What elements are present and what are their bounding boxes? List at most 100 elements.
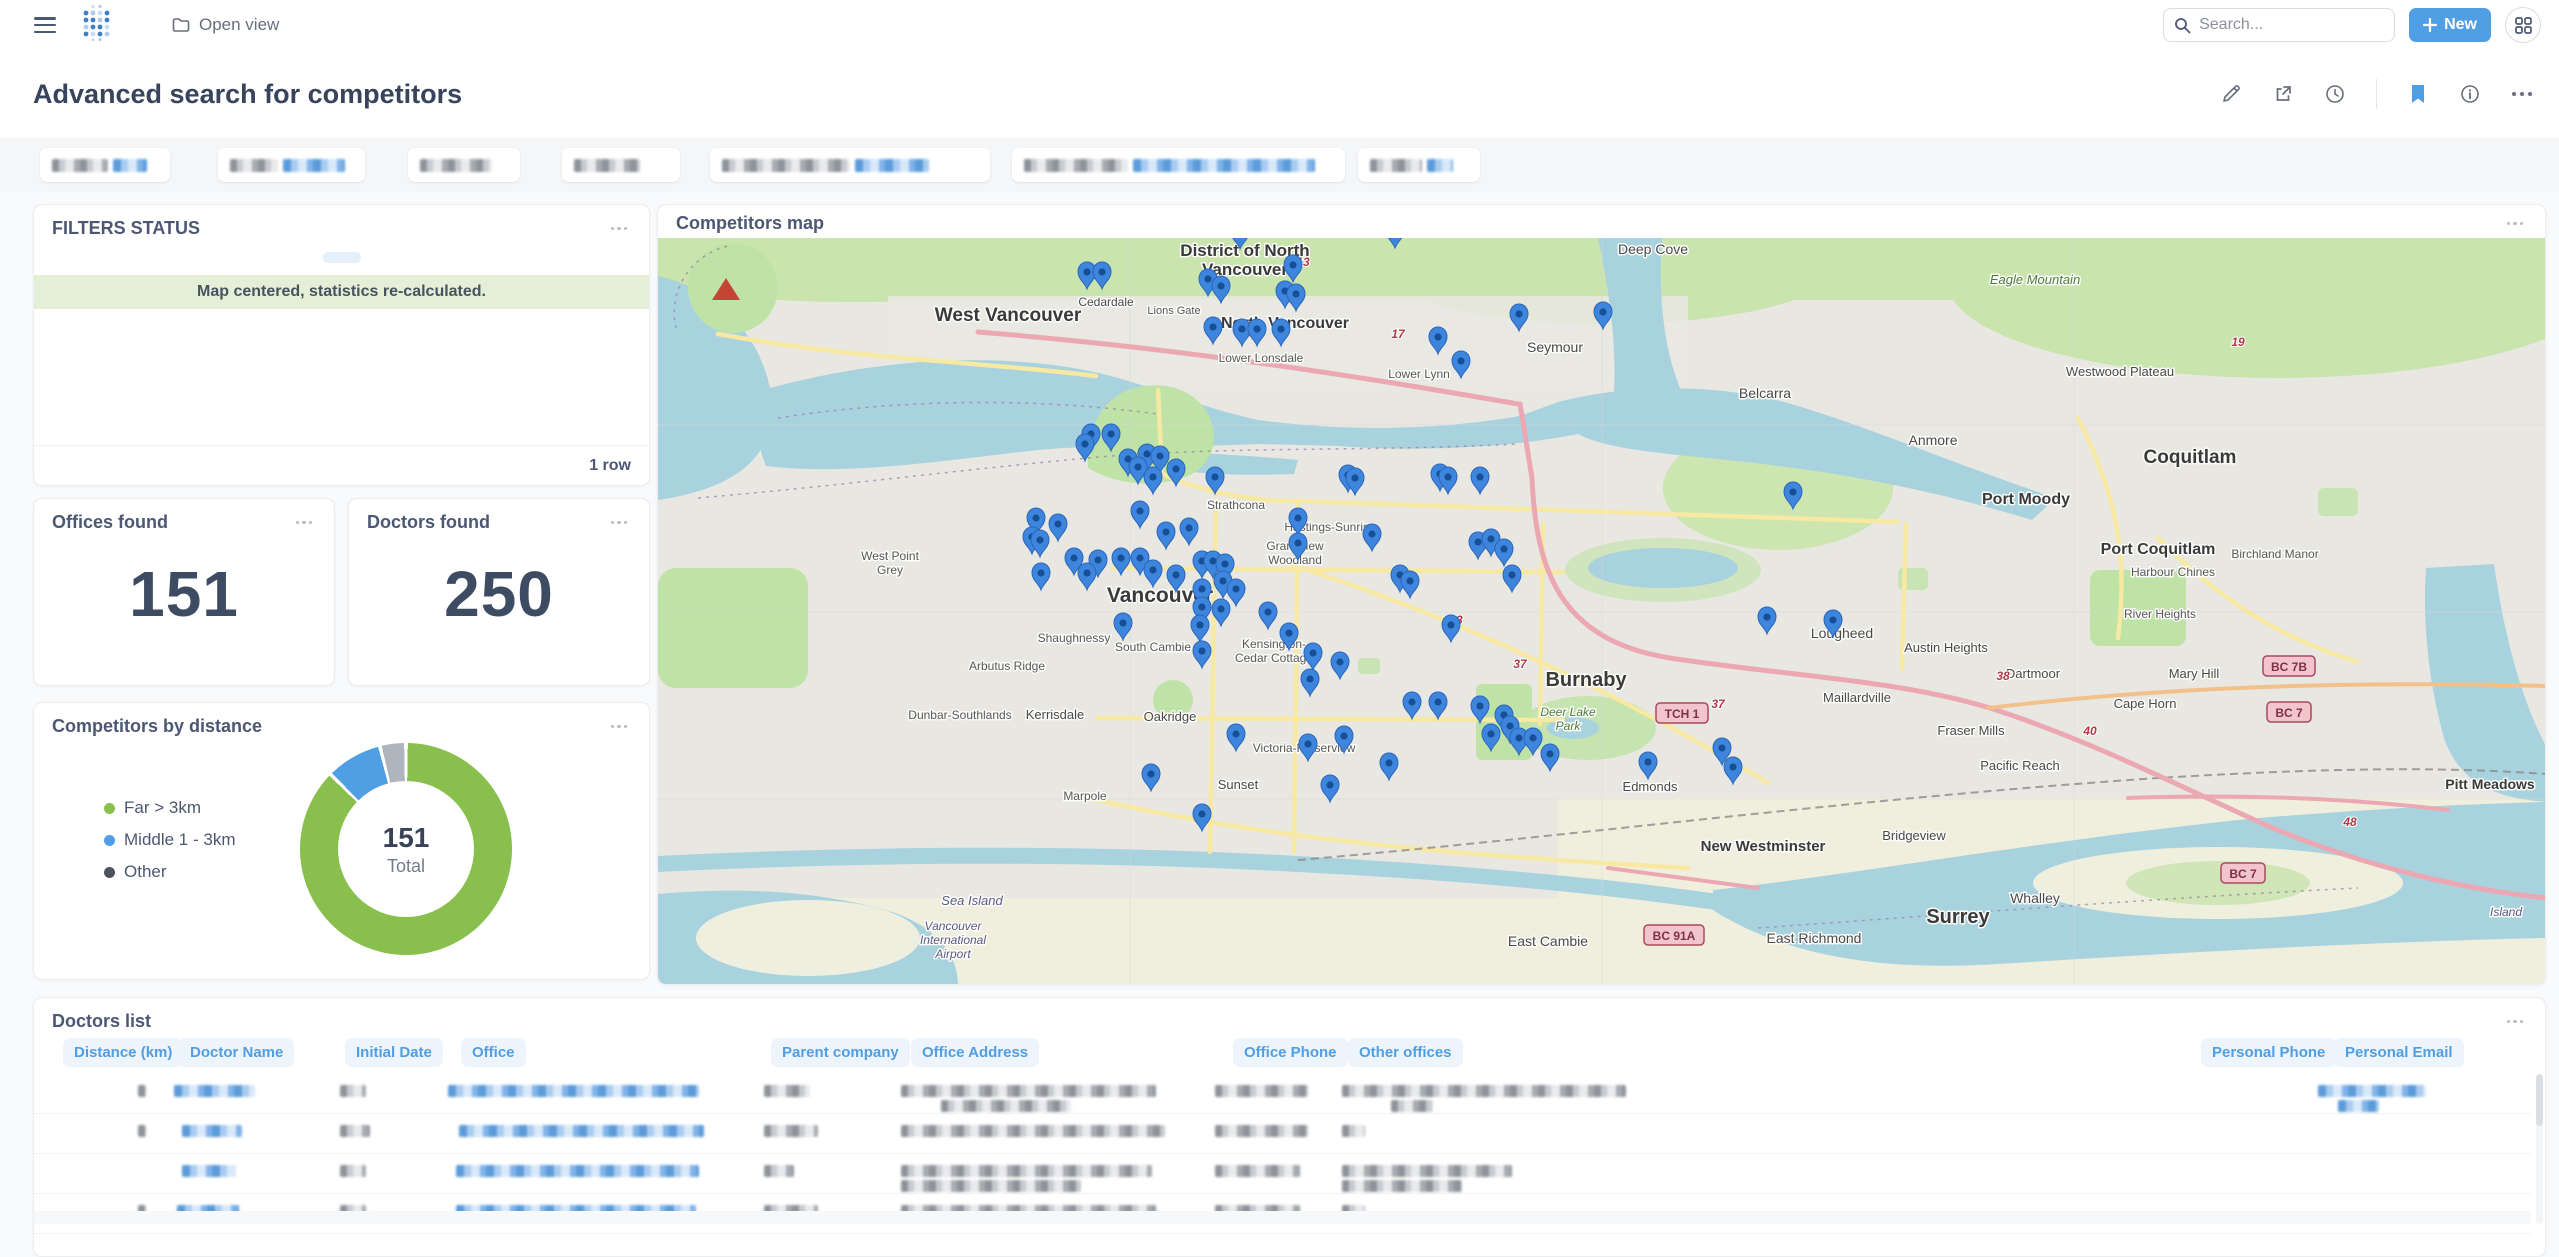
highway-shield: TCH 1 xyxy=(1656,703,1708,723)
redacted-cell xyxy=(764,1085,810,1097)
svg-text:BC 91A: BC 91A xyxy=(1653,929,1696,943)
redacted-cell xyxy=(1342,1085,1626,1097)
table-vertical-scrollbar[interactable] xyxy=(2536,1074,2543,1224)
clock-icon[interactable] xyxy=(2324,83,2346,105)
donut-total-label: Total xyxy=(387,856,425,877)
table-row[interactable] xyxy=(34,1074,2531,1114)
donut-chart[interactable]: 151 Total xyxy=(300,743,512,955)
redacted-cell xyxy=(182,1165,236,1177)
redacted-cell xyxy=(459,1125,704,1137)
column-header-office-phone[interactable]: Office Phone xyxy=(1233,1038,1348,1067)
map-place-label: Pitt Meadows xyxy=(2445,776,2535,792)
apps-grid-icon xyxy=(2515,17,2532,34)
map-place-label: East Richmond xyxy=(1767,930,1862,946)
map-place-label: Dartmoor xyxy=(2006,666,2061,681)
donut-center: 151 Total xyxy=(338,781,474,917)
card-menu-icon[interactable] xyxy=(607,721,632,733)
card-title: Doctors list xyxy=(52,1011,151,1032)
redacted-column-chip xyxy=(323,252,361,263)
legend-label: Far > 3km xyxy=(124,798,201,818)
filter-pill-7[interactable] xyxy=(1358,148,1480,182)
map-place-label: Eagle Mountain xyxy=(1990,272,2080,287)
legend-dot-icon xyxy=(104,835,115,846)
redacted-cell xyxy=(138,1125,146,1137)
column-header-personal-email[interactable]: Personal Email xyxy=(2334,1038,2464,1067)
map-place-label: Arbutus Ridge xyxy=(969,659,1045,673)
map-place-label: Mary Hill xyxy=(2169,666,2220,681)
legend-item[interactable]: Other xyxy=(104,862,235,882)
breadcrumb[interactable]: Open view xyxy=(172,15,279,35)
card-menu-icon[interactable] xyxy=(2503,1016,2528,1028)
map-place-label: Kensington-Cedar Cottage xyxy=(1235,637,1313,665)
card-menu-icon[interactable] xyxy=(2503,218,2528,230)
redacted-cell xyxy=(1215,1165,1300,1177)
map-place-label: Fraser Mills xyxy=(1937,723,2005,738)
filter-pill-5[interactable] xyxy=(710,148,990,182)
route-number-label: 37 xyxy=(1711,697,1726,711)
redacted-cell xyxy=(2318,1085,2426,1097)
card-doctors-found: Doctors found 250 xyxy=(348,498,650,686)
info-icon[interactable] xyxy=(2459,83,2481,105)
apps-button[interactable] xyxy=(2505,7,2541,43)
redacted-cell xyxy=(901,1165,1152,1177)
column-header-office-address[interactable]: Office Address xyxy=(911,1038,1039,1067)
column-header-doctor-name[interactable]: Doctor Name xyxy=(179,1038,294,1067)
legend-item[interactable]: Far > 3km xyxy=(104,798,235,818)
map-tiles: West VancouverDistrict of NorthVancouver… xyxy=(658,238,2546,985)
map-place-label: River Heights xyxy=(2124,607,2196,621)
map-place-label: Westwood Plateau xyxy=(2066,364,2174,379)
map-place-label: Cape Horn xyxy=(2114,696,2177,711)
redacted-text xyxy=(1024,159,1128,172)
share-icon[interactable] xyxy=(2272,83,2294,105)
map-place-label: Anmore xyxy=(1908,432,1957,448)
more-options-icon[interactable] xyxy=(2511,83,2533,105)
filter-pill-6[interactable] xyxy=(1012,148,1345,182)
column-header-parent-company[interactable]: Parent company xyxy=(771,1038,910,1067)
column-header-other-offices[interactable]: Other offices xyxy=(1348,1038,1463,1067)
column-header-personal-phone[interactable]: Personal Phone xyxy=(2201,1038,2336,1067)
app-logo[interactable] xyxy=(80,5,116,46)
card-competitors-by-distance: Competitors by distance Far > 3km Middle … xyxy=(33,702,650,980)
chart-legend: Far > 3km Middle 1 - 3km Other xyxy=(104,798,235,882)
card-menu-icon[interactable] xyxy=(607,223,632,235)
map-place-label: Maillardville xyxy=(1823,690,1891,705)
status-banner: Map centered, statistics re-calculated. xyxy=(34,275,649,309)
card-title: Competitors by distance xyxy=(52,716,262,737)
filter-pill-4[interactable] xyxy=(562,148,680,182)
search-input[interactable] xyxy=(2199,16,2369,34)
map-place-label: Strathcona xyxy=(1207,498,1265,512)
legend-label: Middle 1 - 3km xyxy=(124,830,235,850)
row-count: 1 row xyxy=(34,445,649,485)
map-place-label: Harbour Chines xyxy=(2131,565,2215,579)
redacted-cell xyxy=(340,1125,370,1137)
table-row[interactable] xyxy=(34,1154,2531,1194)
filter-pill-2[interactable] xyxy=(218,148,365,182)
folder-icon xyxy=(172,17,190,33)
edit-pencil-icon[interactable] xyxy=(2220,83,2242,105)
filter-pill-1[interactable] xyxy=(40,148,170,182)
bookmark-icon[interactable] xyxy=(2407,83,2429,105)
map-place-label: Burnaby xyxy=(1545,669,1627,691)
map-place-label: Birchland Manor xyxy=(2231,547,2318,561)
search-box[interactable] xyxy=(2163,8,2395,42)
hamburger-menu-icon[interactable] xyxy=(34,17,56,33)
column-header-initial-date[interactable]: Initial Date xyxy=(345,1038,443,1067)
map-place-label: Surrey xyxy=(1926,906,1990,928)
table-horizontal-scrollbar[interactable] xyxy=(34,1211,2531,1224)
table-row[interactable] xyxy=(34,1114,2531,1154)
card-menu-icon[interactable] xyxy=(607,517,632,529)
card-menu-icon[interactable] xyxy=(292,517,317,529)
column-header-office[interactable]: Office xyxy=(461,1038,526,1067)
map-canvas[interactable]: West VancouverDistrict of NorthVancouver… xyxy=(658,238,2546,985)
map-place-label: Oakridge xyxy=(1144,709,1197,724)
new-button[interactable]: New xyxy=(2409,8,2491,42)
legend-item[interactable]: Middle 1 - 3km xyxy=(104,830,235,850)
redacted-cell xyxy=(901,1085,1156,1097)
card-title: Doctors found xyxy=(367,512,490,533)
card-doctors-list: Doctors list Distance (km)Doctor Name Ini… xyxy=(33,997,2546,1257)
redacted-text xyxy=(574,159,640,172)
filter-pill-3[interactable] xyxy=(408,148,520,182)
column-header-distance-km-[interactable]: Distance (km) xyxy=(63,1038,183,1067)
map-place-label: Pacific Reach xyxy=(1980,758,2059,773)
redacted-cell xyxy=(174,1085,255,1097)
